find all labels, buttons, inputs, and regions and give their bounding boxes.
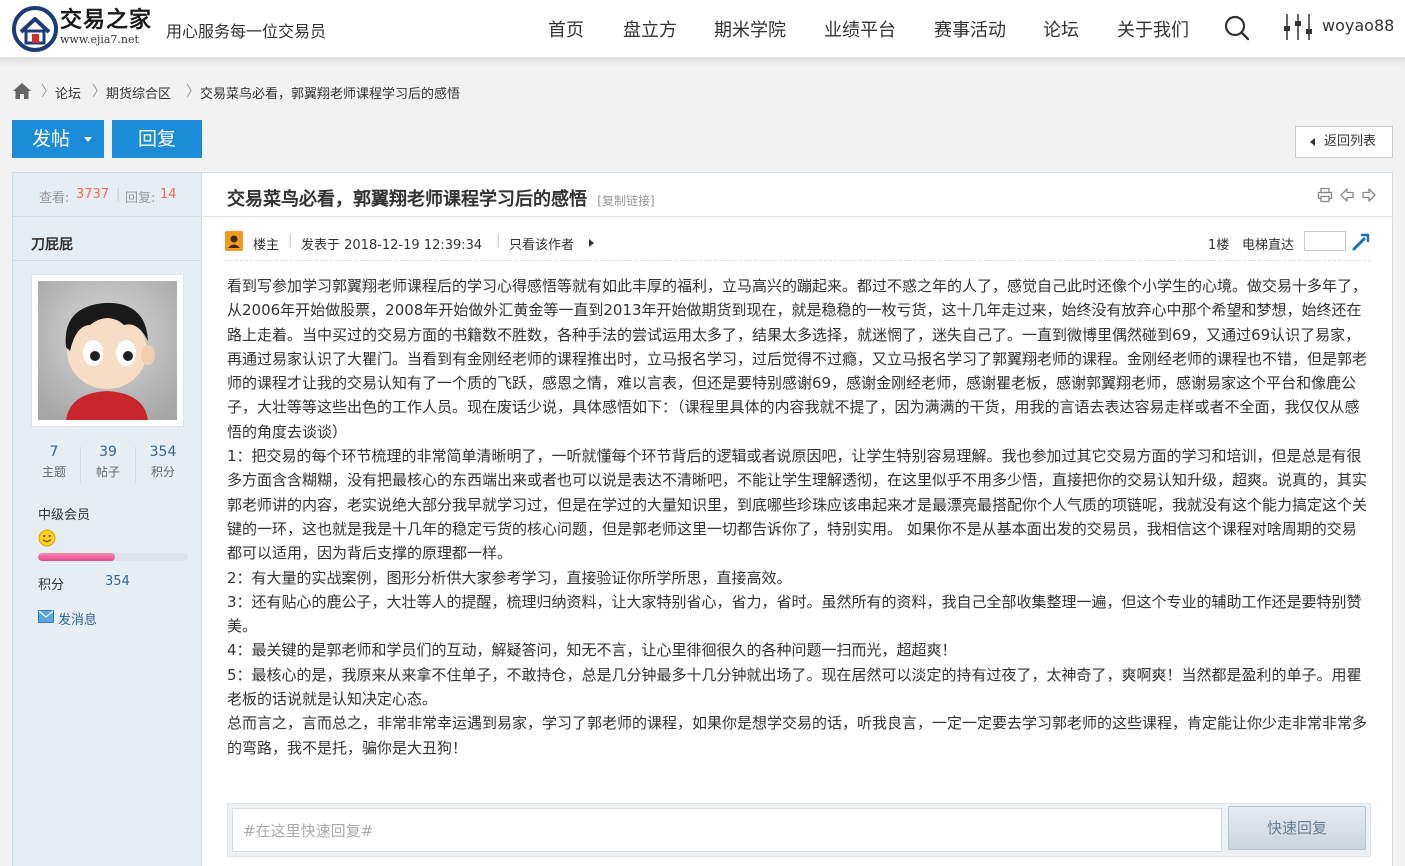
- floor-number: 1楼: [1208, 238, 1230, 253]
- nav-panlifang[interactable]: 盘立方: [623, 16, 677, 42]
- stat-points[interactable]: 354 积分: [136, 443, 190, 483]
- post-paragraph: 总而言之，言而总之，非常非常幸运遇到易家，学习了郭老师的课程，如果你是想学交易的…: [227, 714, 1368, 757]
- elevator-label: 电梯直达: [1242, 238, 1295, 253]
- print-icon[interactable]: [1317, 187, 1333, 203]
- smiley-level-icon: [38, 529, 56, 547]
- quick-reply-input[interactable]: #在这里快速回复#: [232, 808, 1222, 852]
- new-post-label: 发帖: [32, 128, 71, 150]
- stat-threads-count: 7: [49, 444, 59, 460]
- post-content: 看到写参加学习郭翼翔老师课程后的学习心得感悟等就有如此丰厚的福利，立马高兴的蹦起…: [227, 274, 1371, 760]
- divider: |: [288, 233, 293, 248]
- breadcrumb-separator: 〉: [186, 84, 200, 100]
- header-shadow: [0, 58, 1405, 66]
- breadcrumb-separator: 〉: [41, 84, 55, 100]
- breadcrumb-separator: 〉: [92, 84, 106, 100]
- avatar-image: [38, 281, 177, 420]
- user-menu-icon[interactable]: [1284, 12, 1312, 42]
- level-progress-fill: [38, 553, 115, 561]
- nav-home[interactable]: 首页: [548, 16, 584, 42]
- chevron-down-icon: [84, 137, 92, 142]
- reply-button[interactable]: 回复: [112, 120, 202, 158]
- avatar[interactable]: [31, 274, 184, 427]
- post-paragraph: 5：最核心的是，我原来从来拿不住单子，不敢持仓，总是几分钟最多十几分钟就出场了。…: [227, 665, 1362, 709]
- back-to-list-label: 返回列表: [1324, 134, 1377, 149]
- floor-jump-input[interactable]: [1304, 231, 1346, 251]
- post-paragraph: 看到写参加学习郭翼翔老师课程后的学习心得感悟等就有如此丰厚的福利，立马高兴的蹦起…: [227, 277, 1368, 441]
- quick-reply-button[interactable]: 快速回复: [1228, 806, 1366, 850]
- nav-academy[interactable]: 期米学院: [714, 16, 786, 42]
- views-count: 3737: [76, 187, 110, 202]
- stat-posts-label: 帖子: [95, 465, 120, 479]
- only-author-link[interactable]: 只看该作者: [509, 234, 574, 253]
- new-post-button[interactable]: 发帖: [12, 120, 104, 158]
- back-to-list-button[interactable]: 返回列表: [1295, 126, 1393, 158]
- quick-reply-box: #在这里快速回复# 快速回复: [227, 803, 1371, 857]
- search-icon[interactable]: [1223, 14, 1251, 42]
- nav-forum[interactable]: 论坛: [1043, 16, 1079, 42]
- points-value: 354: [105, 574, 130, 589]
- chevron-left-icon: [1310, 138, 1315, 146]
- post-paragraph: 1：把交易的每个环节梳理的非常简单清晰明了，一听就懂每个环节背后的逻辑或者说原因…: [227, 447, 1368, 563]
- divider: [13, 260, 202, 261]
- floor-go-icon[interactable]: [1352, 231, 1372, 251]
- post-title-bar: 交易菜鸟必看，郭翼翔老师课程学习后的感悟 [复制链接]: [203, 173, 1393, 217]
- points-label: 积分: [38, 578, 65, 593]
- site-header: 交易之家 www.ejia7.net 用心服务每一位交易员 首页 盘立方 期米学…: [0, 0, 1405, 58]
- views-label: 查看:: [39, 191, 70, 206]
- stat-threads-label: 主题: [41, 465, 66, 479]
- stat-points-count: 354: [149, 444, 177, 460]
- next-thread-icon[interactable]: [1361, 187, 1377, 203]
- nav-about[interactable]: 关于我们: [1117, 16, 1189, 42]
- home-icon[interactable]: [12, 82, 32, 100]
- member-level[interactable]: 中级会员: [38, 504, 90, 523]
- thread-stats: 查看: 3737 | 回复: 14: [13, 173, 202, 217]
- username-link[interactable]: woyao88: [1322, 16, 1394, 35]
- post-title: 交易菜鸟必看，郭翼翔老师课程学习后的感悟 [复制链接]: [227, 185, 655, 211]
- post-title-text: 交易菜鸟必看，郭翼翔老师课程学习后的感悟: [227, 189, 587, 210]
- breadcrumb-current-thread[interactable]: 交易菜鸟必看，郭翼翔老师课程学习后的感悟: [200, 83, 460, 102]
- stat-points-label: 积分: [150, 465, 175, 479]
- post-container: 查看: 3737 | 回复: 14 刀屁屁 7 主题 39 帖子 354 积分 …: [12, 172, 1393, 866]
- stat-threads[interactable]: 7 主题: [27, 443, 81, 483]
- post-paragraph: 2：有大量的实战案例，图形分析供大家参考学习，直接验证你所学所思，直接高效。: [227, 568, 792, 587]
- main-nav: 首页 盘立方 期米学院 业绩平台 赛事活动 论坛 关于我们: [0, 16, 1405, 42]
- copy-link-button[interactable]: [复制链接]: [597, 194, 654, 208]
- mail-icon: [38, 610, 54, 623]
- prev-thread-icon[interactable]: [1339, 187, 1355, 203]
- author-badge-icon: [225, 231, 243, 251]
- op-label: 楼主: [253, 238, 280, 253]
- replies-label: 回复:: [125, 191, 156, 206]
- stat-posts[interactable]: 39 帖子: [81, 443, 135, 483]
- author-name[interactable]: 刀屁屁: [31, 234, 73, 254]
- chevron-right-icon: [589, 239, 594, 247]
- replies-count: 14: [160, 187, 177, 202]
- breadcrumb-futures-section[interactable]: 期货综合区: [106, 83, 171, 102]
- level-progress-bar: [38, 553, 188, 561]
- post-main: 交易菜鸟必看，郭翼翔老师课程学习后的感悟 [复制链接] 楼主 | 发表于 201…: [203, 173, 1393, 866]
- nav-events[interactable]: 赛事活动: [934, 16, 1006, 42]
- post-meta: 楼主 | 发表于 2018-12-19 12:39:34 | 只看该作者 1楼 …: [225, 231, 1371, 261]
- post-date: 发表于 2018-12-19 12:39:34: [301, 238, 483, 253]
- divider: |: [496, 233, 501, 248]
- nav-performance[interactable]: 业绩平台: [824, 16, 896, 42]
- post-paragraph: 4：最关键的是郭老师和学员们的互动，解疑答问，知无不言，让心里徘徊很久的各种问题…: [227, 641, 957, 660]
- breadcrumb-forum[interactable]: 论坛: [55, 83, 81, 102]
- author-sidebar: 查看: 3737 | 回复: 14 刀屁屁 7 主题 39 帖子 354 积分 …: [13, 173, 202, 866]
- post-paragraph: 3：还有贴心的鹿公子，大壮等人的提醒，梳理归纳资料，让大家特别省心，省力，省时。…: [227, 592, 1362, 636]
- send-message-label: 发消息: [58, 613, 98, 628]
- stat-posts-count: 39: [99, 444, 117, 460]
- stats-divider: |: [116, 187, 121, 202]
